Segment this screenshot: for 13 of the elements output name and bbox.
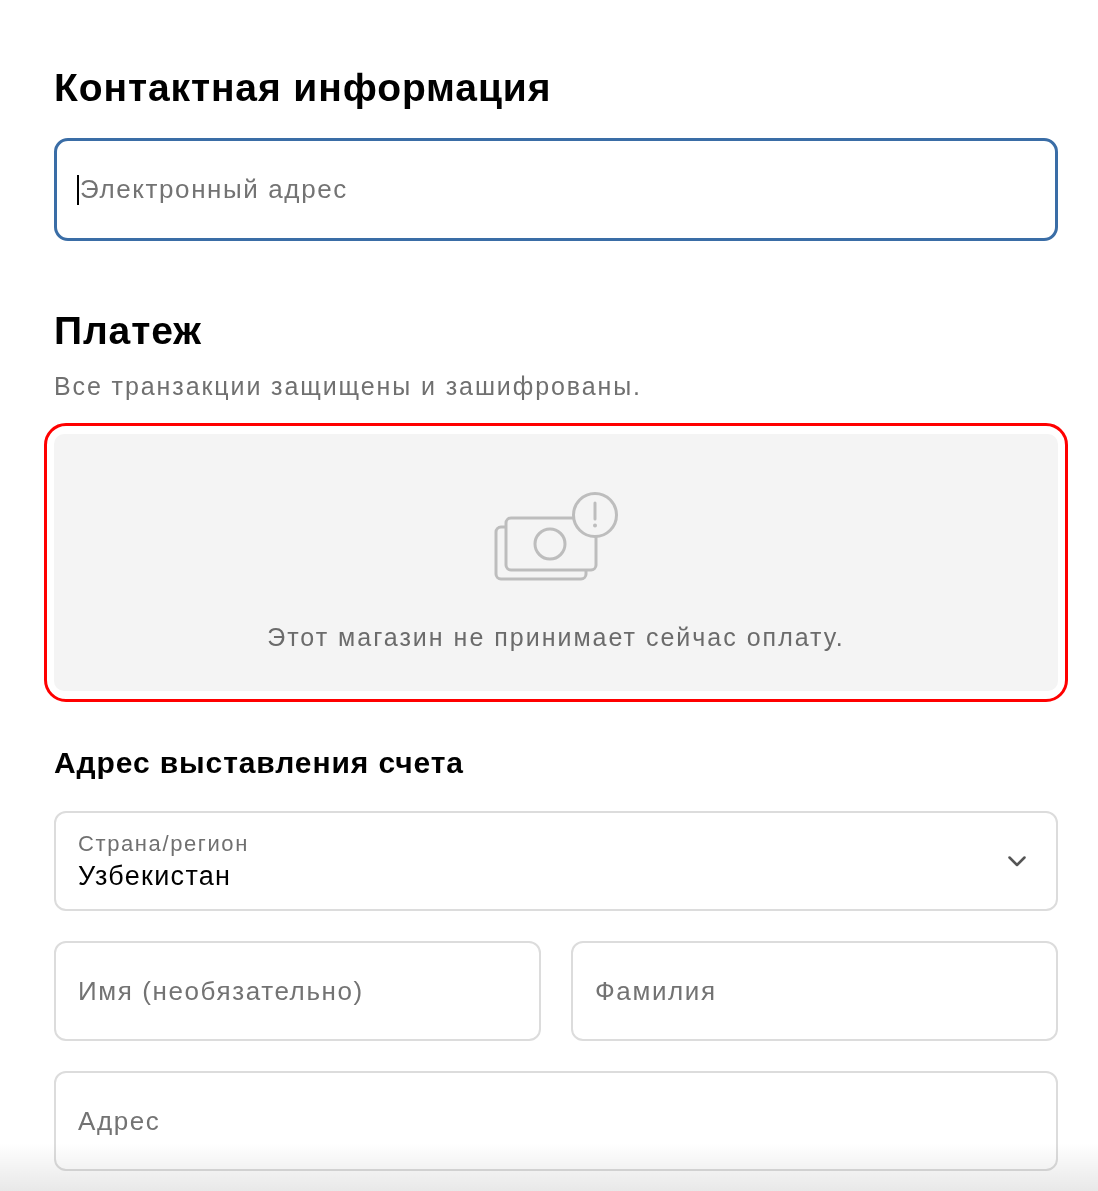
section-subtitle: Все транзакции защищены и зашифрованы. [54,371,643,401]
text-input-field[interactable]: Адрес [54,1071,1058,1171]
section-heading: Платеж [54,309,203,353]
text-cursor [77,175,79,205]
text-input-field[interactable]: Имя (необязательно) [54,941,541,1041]
country-select[interactable]: Страна/регион Узбекистан [54,811,1058,911]
cash-warning-icon [493,491,619,581]
email-input-field[interactable]: Электронный адрес [54,138,1058,241]
notice-message: Этот магазин не принимает сейчас оплату. [267,622,845,652]
section-heading: Адрес выставления счета [54,745,465,781]
chevron-down-icon [1008,855,1026,867]
text-input-field[interactable]: Фамилия [571,941,1058,1041]
section-heading: Контактная информация [54,66,553,110]
